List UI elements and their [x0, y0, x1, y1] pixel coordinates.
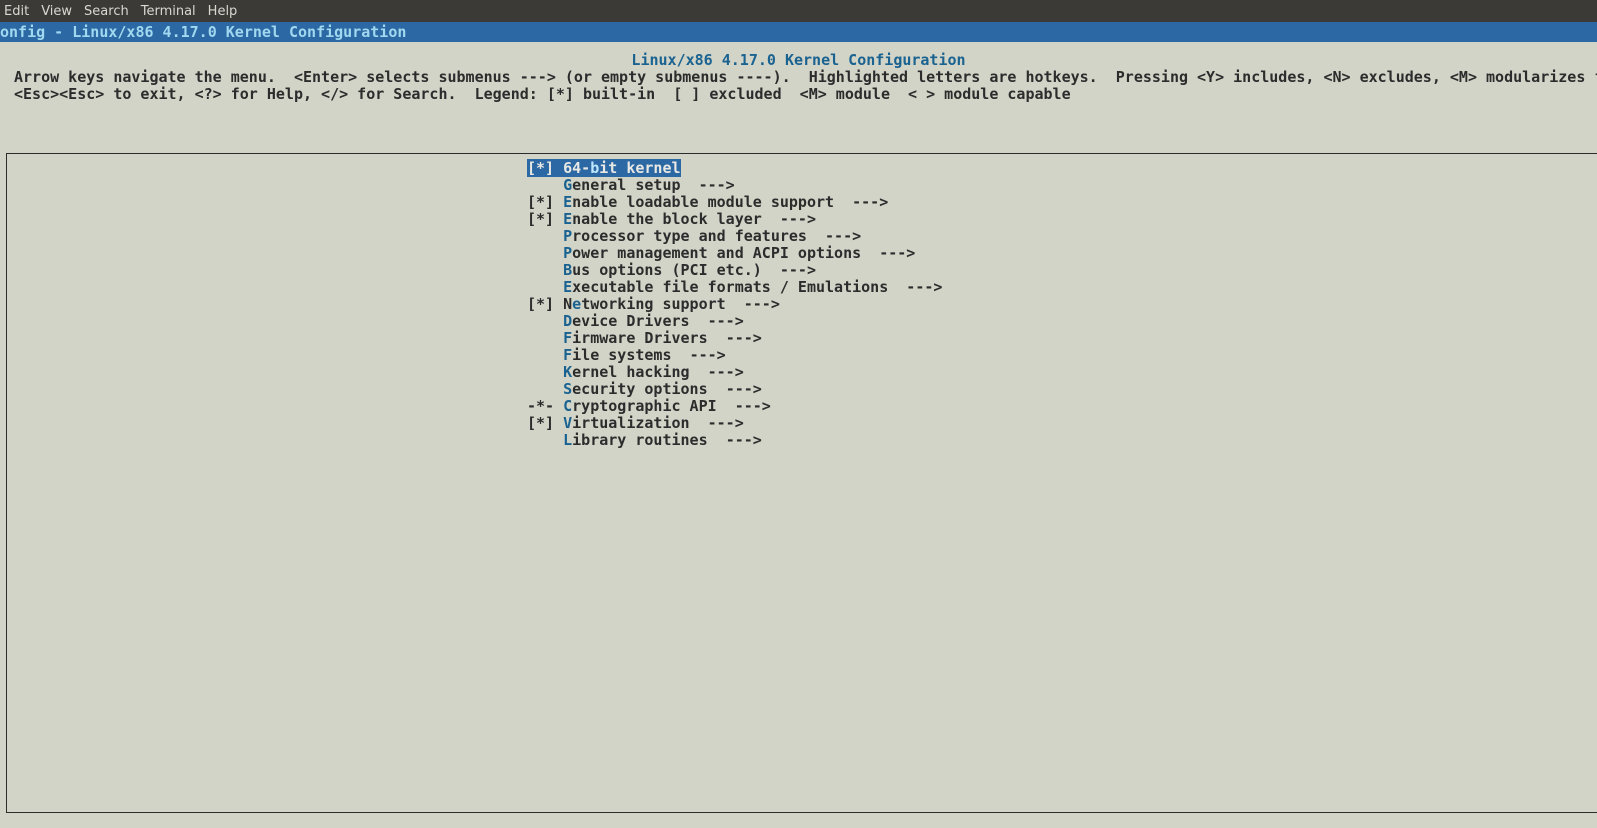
menu-item-hotkey: E: [563, 278, 572, 296]
menu-search[interactable]: Search: [84, 4, 129, 19]
menu-item-hotkey: D: [563, 312, 572, 330]
menu-item-label: nable the block layer: [572, 210, 780, 228]
menu-item-10[interactable]: Firmware Drivers --->: [527, 330, 1597, 347]
menu-item-prefix: [527, 278, 563, 296]
menu-item-prefix: [527, 176, 563, 194]
menu-item-hotkey: V: [563, 414, 572, 432]
menu-item-2[interactable]: [*] Enable loadable module support --->: [527, 194, 1597, 211]
menu-item-label: rocessor type and features: [572, 227, 825, 245]
instructions-line-1: Arrow keys navigate the menu. <Enter> se…: [0, 69, 1597, 86]
terminal-content[interactable]: Linux/x86 4.17.0 Kernel Configuration Ar…: [0, 42, 1597, 813]
menu-list: [*] 64-bit kernel General setup --->[*] …: [527, 160, 1597, 449]
menu-item-hotkey: F: [563, 346, 572, 364]
submenu-arrow-icon: --->: [708, 312, 744, 330]
menu-item-hotkey: b: [590, 159, 599, 177]
submenu-arrow-icon: --->: [744, 295, 780, 313]
menu-item-14[interactable]: -*- Cryptographic API --->: [527, 398, 1597, 415]
submenu-arrow-icon: --->: [726, 329, 762, 347]
menu-item-hotkey: F: [563, 329, 572, 347]
menu-item-4[interactable]: Processor type and features --->: [527, 228, 1597, 245]
menu-help[interactable]: Help: [208, 4, 238, 19]
submenu-arrow-icon: --->: [708, 363, 744, 381]
menu-item-prefix: [*]: [527, 210, 563, 228]
submenu-arrow-icon: --->: [708, 414, 744, 432]
menu-item-label: ower management and ACPI options: [572, 244, 879, 262]
menu-item-label: ile systems: [572, 346, 689, 364]
menu-item-hotkey: S: [563, 380, 572, 398]
menu-item-pretext: 64-: [563, 159, 590, 177]
menu-item-label: xecutable file formats / Emulations: [572, 278, 906, 296]
menu-item-1[interactable]: General setup --->: [527, 177, 1597, 194]
menu-terminal[interactable]: Terminal: [141, 4, 196, 19]
menu-item-hotkey: E: [563, 193, 572, 211]
menubar: Edit View Search Terminal Help: [0, 0, 1597, 22]
menu-item-prefix: [527, 227, 563, 245]
menu-item-pretext: N: [563, 295, 572, 313]
menu-item-12[interactable]: Kernel hacking --->: [527, 364, 1597, 381]
submenu-arrow-icon: --->: [726, 380, 762, 398]
menu-item-label: us options (PCI etc.): [572, 261, 780, 279]
menu-item-hotkey: P: [563, 244, 572, 262]
menu-item-prefix: [*]: [527, 295, 563, 313]
menu-item-9[interactable]: Device Drivers --->: [527, 313, 1597, 330]
submenu-arrow-icon: --->: [780, 210, 816, 228]
submenu-arrow-icon: --->: [906, 278, 942, 296]
menu-item-prefix: [527, 346, 563, 364]
menu-item-prefix: [527, 261, 563, 279]
menu-item-hotkey: E: [563, 210, 572, 228]
menu-item-hotkey: P: [563, 227, 572, 245]
menu-item-3[interactable]: [*] Enable the block layer --->: [527, 211, 1597, 228]
submenu-arrow-icon: --->: [780, 261, 816, 279]
menu-item-prefix: [527, 329, 563, 347]
menu-item-prefix: [527, 380, 563, 398]
window-title: onfig - Linux/x86 4.17.0 Kernel Configur…: [0, 22, 1597, 42]
menu-edit[interactable]: Edit: [4, 4, 29, 19]
menu-item-16[interactable]: Library routines --->: [527, 432, 1597, 449]
menu-item-label: ecurity options: [572, 380, 726, 398]
submenu-arrow-icon: --->: [690, 346, 726, 364]
submenu-arrow-icon: --->: [699, 176, 735, 194]
menu-item-hotkey: G: [563, 176, 572, 194]
submenu-arrow-icon: --->: [726, 431, 762, 449]
menu-item-label: it kernel: [599, 159, 680, 177]
submenu-arrow-icon: --->: [825, 227, 861, 245]
menu-item-hotkey: L: [563, 431, 572, 449]
menu-item-hotkey: K: [563, 363, 572, 381]
submenu-arrow-icon: --->: [735, 397, 771, 415]
menu-item-15[interactable]: [*] Virtualization --->: [527, 415, 1597, 432]
config-heading: Linux/x86 4.17.0 Kernel Configuration: [0, 52, 1597, 69]
menu-view[interactable]: View: [41, 4, 72, 19]
submenu-arrow-icon: --->: [852, 193, 888, 211]
menu-item-11[interactable]: File systems --->: [527, 347, 1597, 364]
menu-item-label: evice Drivers: [572, 312, 707, 330]
menu-item-prefix: [527, 244, 563, 262]
menu-item-prefix: -*-: [527, 397, 563, 415]
menu-item-label: tworking support: [581, 295, 744, 313]
menu-item-0[interactable]: [*] 64-bit kernel: [527, 160, 1597, 177]
menu-item-13[interactable]: Security options --->: [527, 381, 1597, 398]
menu-item-hotkey: e: [572, 295, 581, 313]
instructions-line-2: <Esc><Esc> to exit, <?> for Help, </> fo…: [0, 86, 1597, 103]
menu-item-6[interactable]: Bus options (PCI etc.) --->: [527, 262, 1597, 279]
menu-item-prefix: [*]: [527, 414, 563, 432]
menu-item-8[interactable]: [*] Networking support --->: [527, 296, 1597, 313]
menu-item-prefix: [527, 431, 563, 449]
menu-item-label: eneral setup: [572, 176, 698, 194]
menu-item-label: ernel hacking: [572, 363, 707, 381]
menu-item-hotkey: C: [563, 397, 572, 415]
menu-item-label: ibrary routines: [572, 431, 726, 449]
menu-item-5[interactable]: Power management and ACPI options --->: [527, 245, 1597, 262]
menu-frame: [*] 64-bit kernel General setup --->[*] …: [6, 153, 1597, 813]
menu-item-prefix: [*]: [527, 193, 563, 211]
menu-item-label: irtualization: [572, 414, 707, 432]
menu-item-prefix: [527, 312, 563, 330]
menu-item-prefix: [*]: [527, 159, 563, 177]
menu-item-label: irmware Drivers: [572, 329, 726, 347]
menu-item-7[interactable]: Executable file formats / Emulations ---…: [527, 279, 1597, 296]
menu-item-label: ryptographic API: [572, 397, 735, 415]
submenu-arrow-icon: --->: [879, 244, 915, 262]
menu-item-hotkey: B: [563, 261, 572, 279]
menu-item-label: nable loadable module support: [572, 193, 852, 211]
menu-item-prefix: [527, 363, 563, 381]
